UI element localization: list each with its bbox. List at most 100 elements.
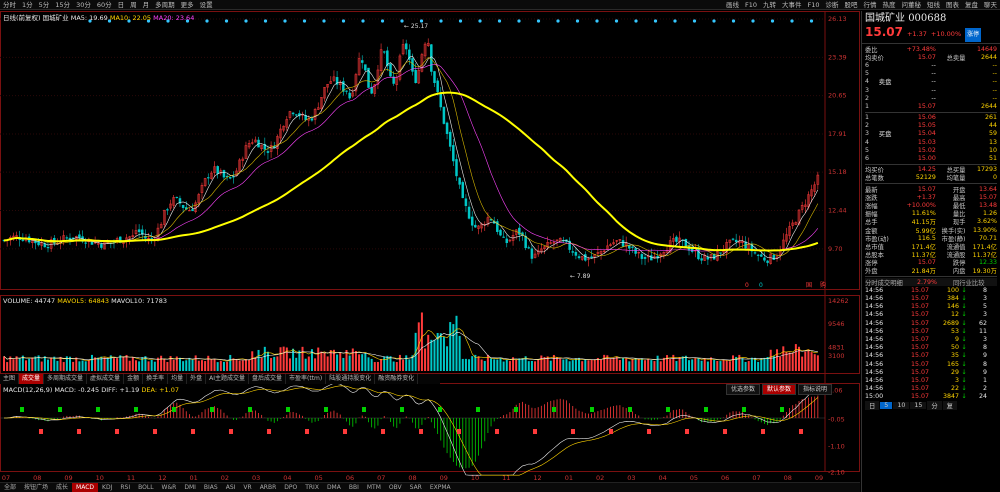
indicator-tab-3[interactable]: 虚拟成交量 <box>87 374 125 384</box>
period-btn-10[interactable]: 更多 <box>178 0 197 10</box>
volume-bar <box>725 360 728 371</box>
quote-row: 14:56 15.07 100 ↓ 8 <box>865 286 997 294</box>
period-btn-7[interactable]: 周 <box>127 0 140 10</box>
bottom-tab-4[interactable]: KDJ <box>98 483 116 492</box>
indicator-tab-4[interactable]: 金额 <box>124 374 144 384</box>
candle-body <box>266 151 270 153</box>
candle-body <box>734 239 738 243</box>
indicator-tab-8[interactable]: AI主题成交量 <box>206 374 249 384</box>
volume-bar <box>106 357 109 371</box>
bottom-tab-0[interactable]: 全部 <box>0 483 20 492</box>
tick-price: 15.07 <box>910 352 929 360</box>
indicator-tab-1[interactable]: 成交量 <box>19 374 45 384</box>
indicator-tab-10[interactable]: 市盈率(ttm) <box>286 374 327 384</box>
tool-btn-4[interactable]: F10 <box>804 0 822 10</box>
tool-btn-0[interactable]: 画线 <box>723 0 742 10</box>
volume-bar <box>56 360 59 371</box>
indicator-tab-2[interactable]: 多周期成交量 <box>44 374 88 384</box>
tool-btn-13[interactable]: 聊天 <box>981 0 1000 10</box>
bottom-tab-13[interactable]: DPO <box>280 483 301 492</box>
tick-count: 1 <box>982 376 987 384</box>
period-btn-9[interactable]: 多周期 <box>152 0 178 10</box>
bottom-tab-11[interactable]: VR <box>239 483 255 492</box>
bottom-indicator-tabs: 全部 按钮广场 成长 MACD KDJ RSI BOLL W&R DMI BIAS ASI VR ARB… <box>0 482 860 492</box>
indicator-tab-7[interactable]: 外盘 <box>187 374 207 384</box>
indicator-tab-11[interactable]: 陆股通持股变化 <box>326 374 376 384</box>
tool-btn-3[interactable]: 大事件 <box>779 0 805 10</box>
bottom-tab-15[interactable]: DMA <box>323 483 345 492</box>
period-btn-3[interactable]: 15分 <box>52 0 73 10</box>
bottom-tab-3[interactable]: MACD <box>72 483 99 492</box>
bottom-tab-14[interactable]: TRIX <box>301 483 323 492</box>
bid-volume: 44 <box>989 122 998 130</box>
panel-bottom-btn-3[interactable]: 15 <box>910 402 927 410</box>
indicator-tab-0[interactable]: 主图 <box>0 374 20 384</box>
tool-btn-12[interactable]: 复盘 <box>962 0 981 10</box>
volume-bar <box>40 361 43 371</box>
tape-tab-1[interactable]: 2.79% <box>917 279 953 286</box>
indicator-tabs: 主图 成交量 多周期成交量 虚拟成交量 金额 换手率 均量 外盘 AI主题成交量 盘后成交量 市盈率… <box>0 374 440 384</box>
candle-body <box>21 239 25 241</box>
tool-btn-10[interactable]: 短线 <box>924 0 943 10</box>
period-btn-8[interactable]: 月 <box>140 0 153 10</box>
bottom-tab-5[interactable]: RSI <box>116 483 134 492</box>
bottom-tab-10[interactable]: ASI <box>222 483 240 492</box>
indicator-tab-12[interactable]: 融资融券变化 <box>375 374 419 384</box>
bottom-tab-18[interactable]: OBV <box>385 483 406 492</box>
panel-bottom-btn-1[interactable]: 5 <box>880 402 893 410</box>
macd-btn-1[interactable]: 默认参数 <box>762 384 797 395</box>
panel-bottom-btn-5[interactable]: 复 <box>942 401 957 411</box>
tool-btn-2[interactable]: 九转 <box>760 0 779 10</box>
bottom-tab-9[interactable]: BIAS <box>200 483 222 492</box>
volume-bar <box>625 358 628 371</box>
bottom-tab-19[interactable]: SAR <box>406 483 426 492</box>
tool-btn-8[interactable]: 热度 <box>880 0 899 10</box>
indicator-tab-9[interactable]: 盘后成交量 <box>249 374 287 384</box>
panel-bottom-btn-0[interactable]: 日 <box>865 401 880 411</box>
volume-bar <box>125 354 128 371</box>
stat-value: 11.37亿 <box>972 252 997 260</box>
ask-price: -- <box>931 61 936 69</box>
macd-btn-2[interactable]: 指标说明 <box>798 384 833 395</box>
bottom-tab-2[interactable]: 成长 <box>52 483 72 492</box>
bottom-tab-7[interactable]: W&R <box>158 483 181 492</box>
candle-body <box>442 106 446 124</box>
volume-tick-label: 4831 <box>828 343 845 351</box>
tool-btn-6[interactable]: 股吧 <box>842 0 861 10</box>
bottom-tab-6[interactable]: BOLL <box>134 483 157 492</box>
tool-btn-11[interactable]: 图表 <box>943 0 962 10</box>
bottom-tab-20[interactable]: EXPMA <box>426 483 455 492</box>
kline-chart[interactable]: 26.13 23.39 20.65 17.91 15.18 12.44 9.70 ← 25.1… <box>0 11 860 481</box>
bottom-tab-1[interactable]: 按钮广场 <box>20 483 52 492</box>
period-btn-2[interactable]: 5分 <box>36 0 53 10</box>
panel-bottom-btn-2[interactable]: 10 <box>893 402 910 410</box>
tool-btn-1[interactable]: F10 <box>742 0 760 10</box>
tool-btn-7[interactable]: 行情 <box>861 0 880 10</box>
indicator-tab-6[interactable]: 均量 <box>168 374 188 384</box>
period-btn-6[interactable]: 日 <box>115 0 128 10</box>
period-btn-11[interactable]: 设置 <box>197 0 216 10</box>
bottom-tab-17[interactable]: MTM <box>363 483 385 492</box>
macd-btn-0[interactable]: 优选参数 <box>726 384 761 395</box>
quote-row: 14:56 15.07 3 ↓ 1 <box>865 376 997 384</box>
tape-tab-2[interactable]: 同行业比较 <box>953 278 989 287</box>
period-btn-0[interactable]: 分时 <box>0 0 19 10</box>
volume-bar <box>640 358 643 371</box>
indicator-tab-5[interactable]: 换手率 <box>143 374 169 384</box>
tool-btn-9[interactable]: 问董秘 <box>899 0 925 10</box>
period-btn-1[interactable]: 1分 <box>19 0 36 10</box>
panel-bottom-btn-4[interactable]: 分 <box>927 401 942 411</box>
volume-bar <box>644 360 647 371</box>
tape-tab-0[interactable]: 分时成交明细 <box>865 278 917 287</box>
bottom-tab-12[interactable]: ARBR <box>256 483 281 492</box>
tick-count: 5 <box>982 303 987 311</box>
bottom-tab-16[interactable]: BBI <box>345 483 363 492</box>
price-tick-label: 26.13 <box>828 15 847 23</box>
period-btn-4[interactable]: 30分 <box>73 0 94 10</box>
tick-count: 62 <box>978 319 987 327</box>
quote-row: 14:56 15.07 165 ↓ 8 <box>865 360 997 368</box>
period-btn-5[interactable]: 60分 <box>94 0 115 10</box>
bottom-tab-8[interactable]: DMI <box>180 483 200 492</box>
event-dot <box>536 19 541 23</box>
tool-btn-5[interactable]: 诊断 <box>823 0 842 10</box>
